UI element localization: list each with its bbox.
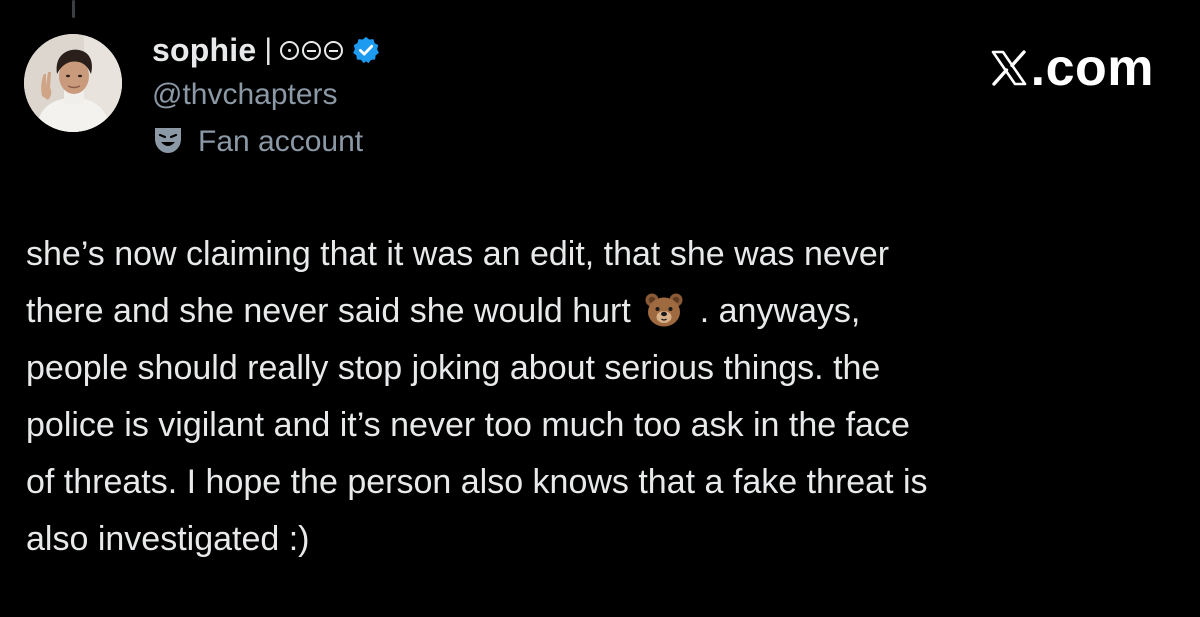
tweet-text-line: people should really stop joking about s… bbox=[26, 349, 881, 387]
circle-dash-icon bbox=[324, 40, 344, 60]
author-display-name[interactable]: sophie bbox=[152, 32, 256, 69]
circle-dot-icon bbox=[280, 40, 300, 60]
tweet-text-segment: . anyways, bbox=[699, 292, 861, 330]
verified-badge-icon[interactable] bbox=[351, 35, 381, 65]
account-label-text: Fan account bbox=[198, 125, 364, 158]
author-name-row: sophie | bbox=[152, 28, 381, 72]
tweet-text: she’s now claiming that it was an edit, … bbox=[26, 226, 1176, 568]
tweet-text-line: there and she never said she would hurt … bbox=[26, 283, 1176, 340]
tweet-text-segment: there and she never said she would hurt bbox=[26, 292, 631, 330]
account-label: Fan account bbox=[152, 120, 381, 164]
theater-mask-icon bbox=[152, 125, 184, 160]
tweet-text-line: also investigated :) bbox=[26, 520, 310, 558]
x-logo-icon bbox=[989, 48, 1029, 88]
thread-connector-line bbox=[72, 0, 75, 18]
author-name-separator: | bbox=[264, 33, 273, 66]
brand-watermark: .com bbox=[989, 38, 1154, 98]
avatar-image bbox=[24, 34, 122, 132]
circle-dash-icon bbox=[302, 40, 322, 60]
avatar[interactable] bbox=[24, 34, 122, 132]
tweet-text-line: she’s now claiming that it was an edit, … bbox=[26, 235, 890, 273]
author-handle[interactable]: @thvchapters bbox=[152, 74, 381, 116]
brand-domain-text: .com bbox=[1030, 39, 1154, 97]
bear-face-emoji-icon bbox=[644, 289, 684, 327]
name-decoration-icons bbox=[280, 40, 344, 60]
author-block: sophie | @thvchapters Fan account bbox=[152, 28, 381, 164]
tweet-text-line: police is vigilant and it’s never too mu… bbox=[26, 406, 910, 444]
tweet-text-line: of threats. I hope the person also knows… bbox=[26, 463, 928, 501]
